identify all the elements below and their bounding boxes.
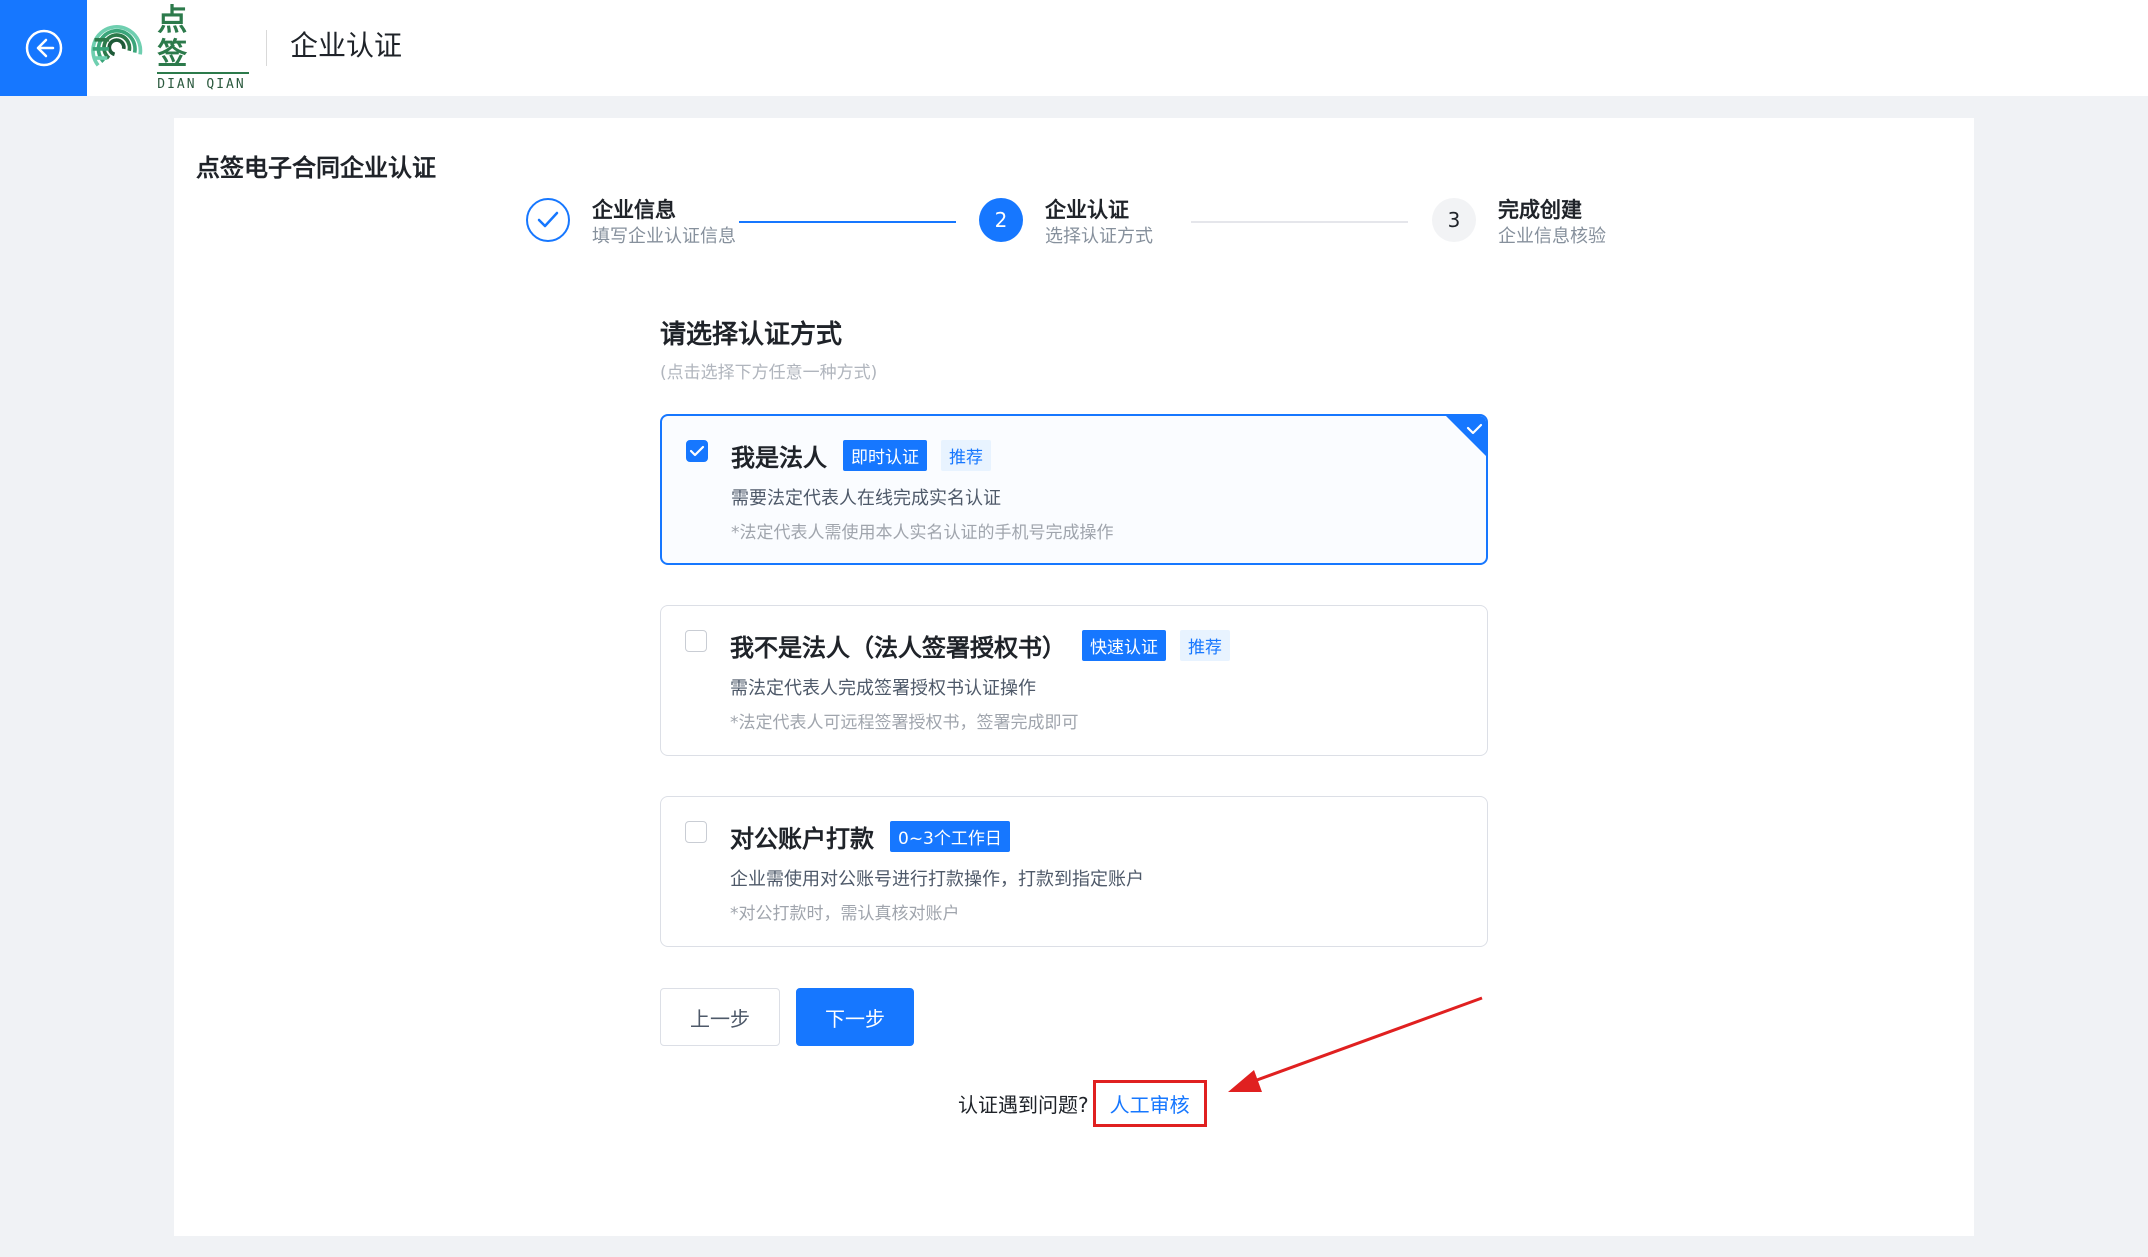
option-1-recommend-tag: 推荐: [941, 440, 991, 471]
next-step-button[interactable]: 下一步: [796, 988, 914, 1046]
option-3-checkbox[interactable]: [685, 821, 707, 843]
check-icon: [537, 211, 559, 228]
option-2-note: *法定代表人可远程签署授权书，签署完成即可: [730, 713, 1079, 733]
option-1-title: 我是法人: [731, 444, 827, 472]
step-2-desc: 选择认证方式: [1045, 226, 1153, 247]
help-row: 认证遇到问题? 人工审核: [958, 1080, 1207, 1127]
check-icon: [689, 445, 705, 457]
step-1-desc: 填写企业认证信息: [592, 226, 736, 247]
back-button[interactable]: [0, 0, 87, 96]
option-bank-transfer[interactable]: 对公账户打款 0~3个工作日 企业需使用对公账号进行打款操作，打款到指定账户 *…: [660, 796, 1488, 947]
step-3-title: 完成创建: [1498, 198, 1582, 222]
back-arrow-icon: [25, 29, 62, 67]
header-title: 企业认证: [290, 29, 403, 62]
option-3-title: 对公账户打款: [730, 825, 874, 853]
method-hint: (点击选择下方任意一种方式): [660, 363, 878, 383]
option-1-checkbox[interactable]: [686, 440, 708, 462]
brand-logo: 点 签 DIAN QIAN: [89, 4, 249, 92]
option-2-checkbox[interactable]: [685, 630, 707, 652]
option-3-note: *对公打款时，需认真核对账户: [730, 904, 960, 924]
option-1-note: *法定代表人需使用本人实名认证的手机号完成操作: [731, 523, 1114, 543]
step-2-circle: 2: [979, 198, 1023, 242]
help-text: 认证遇到问题?: [958, 1093, 1089, 1117]
step-complete: 3 完成创建 企业信息核验: [1432, 198, 1606, 250]
step-1-circle: [526, 198, 570, 242]
step-company-auth: 2 企业认证 选择认证方式: [979, 198, 1153, 250]
option-2-desc: 需法定代表人完成签署授权书认证操作: [730, 678, 1036, 699]
top-header: 点 签 DIAN QIAN 企业认证: [0, 0, 2148, 96]
logo-text-cn: 点 签: [157, 3, 198, 72]
option-2-tag: 快速认证: [1082, 630, 1166, 661]
option-legal-person[interactable]: 我是法人 即时认证 推荐 需要法定代表人在线完成实名认证 *法定代表人需使用本人…: [660, 414, 1488, 565]
selected-corner-check-icon: [1446, 416, 1486, 456]
step-3-circle: 3: [1432, 198, 1476, 242]
option-2-recommend-tag: 推荐: [1180, 630, 1230, 661]
verification-card: 点签电子合同企业认证 企业信息 填写企业认证信息 2 企业认证 选择认证方式 3…: [174, 118, 1974, 1236]
step-3-desc: 企业信息核验: [1498, 226, 1606, 247]
method-title: 请选择认证方式: [660, 320, 843, 350]
option-1-desc: 需要法定代表人在线完成实名认证: [731, 488, 1001, 509]
option-1-tag: 即时认证: [843, 440, 927, 471]
step-connector-1: [739, 221, 956, 223]
prev-step-button[interactable]: 上一步: [660, 988, 780, 1046]
step-2-title: 企业认证: [1045, 198, 1129, 222]
step-1-title: 企业信息: [592, 198, 676, 222]
fingerprint-logo-icon: [91, 25, 143, 67]
manual-review-link[interactable]: 人工审核: [1092, 1080, 1207, 1127]
header-divider: [266, 30, 267, 66]
option-2-title: 我不是法人（法人签署授权书）: [730, 634, 1066, 662]
step-company-info: 企业信息 填写企业认证信息: [526, 198, 736, 250]
annotation-arrow-icon: [1228, 996, 1483, 1092]
logo-text-en: DIAN QIAN: [157, 72, 249, 92]
page-title: 点签电子合同企业认证: [196, 154, 436, 182]
option-3-tag: 0~3个工作日: [890, 821, 1010, 852]
step-connector-2: [1191, 221, 1408, 223]
option-not-legal-person[interactable]: 我不是法人（法人签署授权书） 快速认证 推荐 需法定代表人完成签署授权书认证操作…: [660, 605, 1488, 756]
option-3-desc: 企业需使用对公账号进行打款操作，打款到指定账户: [730, 869, 1144, 890]
